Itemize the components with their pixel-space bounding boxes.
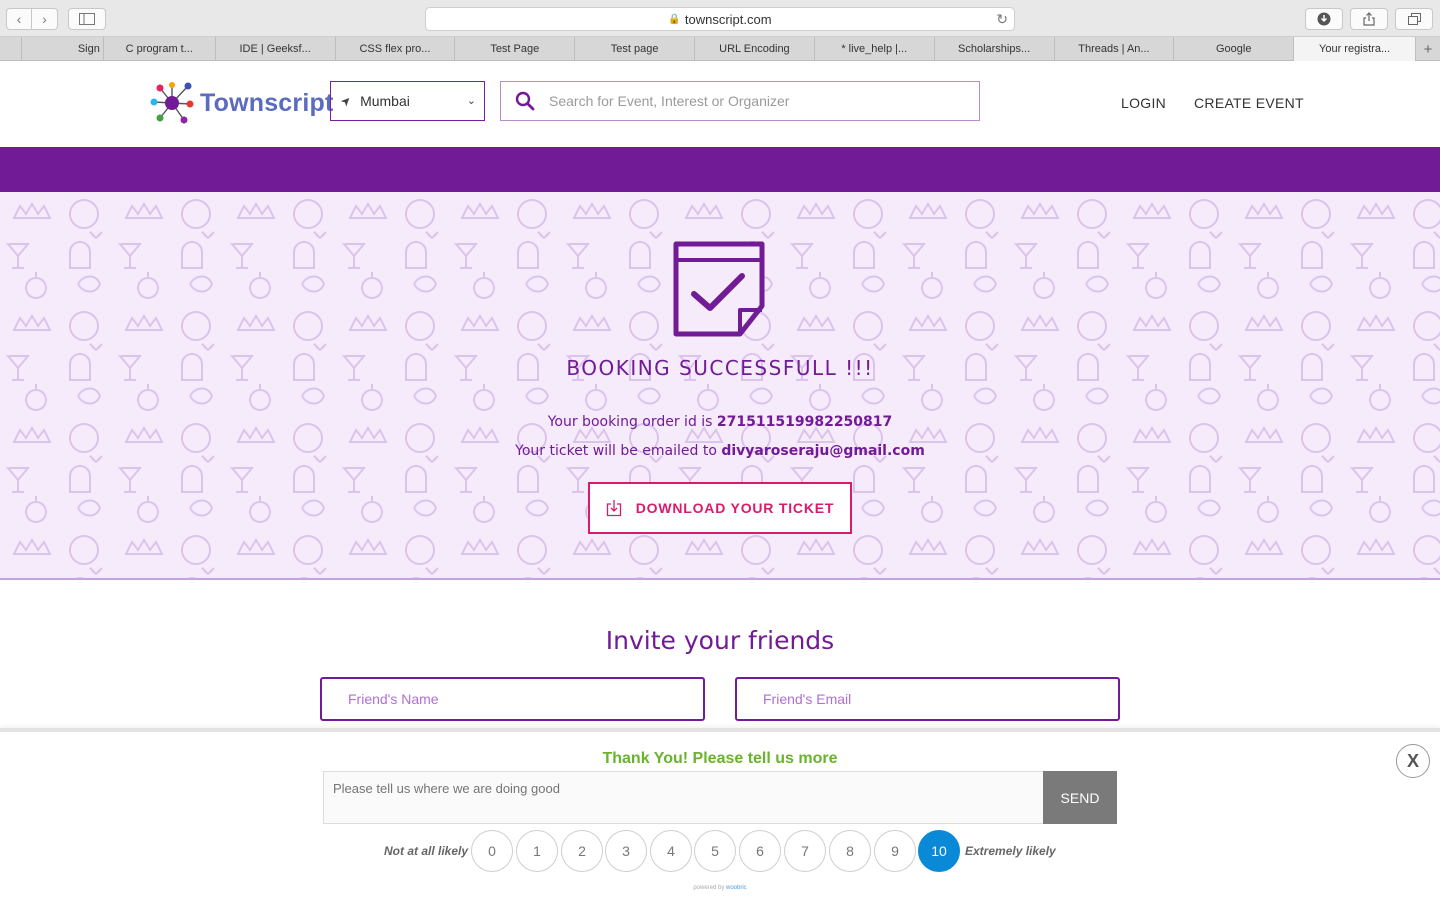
score-6-button[interactable]: 6 <box>739 830 781 872</box>
download-icon <box>606 500 621 517</box>
score-4-button[interactable]: 4 <box>650 830 692 872</box>
nav-buttons: ‹ › <box>6 8 58 30</box>
order-prefix: Your booking order id is <box>547 414 717 430</box>
address-bar[interactable]: 🔒 townscript.com ↻ <box>425 7 1015 31</box>
booking-success-hero: BOOKING SUCCESSFULL !!! Your booking ord… <box>0 192 1440 580</box>
score-10-button-selected[interactable]: 10 <box>918 830 960 872</box>
login-link[interactable]: LOGIN <box>1121 95 1166 111</box>
feedback-textarea[interactable] <box>323 771 1044 824</box>
browser-tab[interactable] <box>0 37 22 61</box>
score-1-button[interactable]: 1 <box>516 830 558 872</box>
browser-toolbar: ‹ › 🔒 townscript.com ↻ <box>0 0 1440 37</box>
friend-name-input[interactable]: Friend's Name <box>320 677 705 721</box>
score-7-button[interactable]: 7 <box>784 830 826 872</box>
browser-tab[interactable]: URL Encoding <box>695 37 815 61</box>
booking-success-title: BOOKING SUCCESSFULL !!! <box>566 356 874 380</box>
calendar-check-icon <box>673 241 765 337</box>
sidebar-toggle-icon[interactable] <box>68 8 106 30</box>
browser-tab[interactable]: Test Page <box>455 37 576 61</box>
score-5-button[interactable]: 5 <box>694 830 736 872</box>
close-survey-button[interactable]: X <box>1396 744 1430 778</box>
browser-tab[interactable]: C program t... <box>104 37 216 61</box>
not-likely-label: Not at all likely <box>384 844 469 858</box>
location-arrow-icon: ➤ <box>337 92 355 110</box>
city-selector[interactable]: ➤ Mumbai ⌄ <box>330 81 485 121</box>
score-3-button[interactable]: 3 <box>605 830 647 872</box>
logo-text: Townscript <box>200 88 334 117</box>
send-button[interactable]: SEND <box>1043 771 1117 824</box>
friend-email-input[interactable]: Friend's Email <box>735 677 1120 721</box>
browser-tab[interactable]: Threads | An... <box>1055 37 1175 61</box>
share-icon[interactable] <box>1350 8 1388 30</box>
order-id: 271511519982250817 <box>716 414 893 430</box>
invite-friends-title: Invite your friends <box>605 626 835 655</box>
forward-icon[interactable]: › <box>32 8 58 30</box>
townscript-logo[interactable]: Townscript <box>150 82 333 124</box>
browser-tab[interactable]: Sign <box>22 37 104 61</box>
city-value: Mumbai <box>360 93 410 109</box>
browser-tab[interactable]: * live_help |... <box>815 37 935 61</box>
powered-by-text: powered by woobric <box>0 885 1440 891</box>
browser-tab[interactable]: Test page <box>575 37 696 61</box>
back-icon[interactable]: ‹ <box>6 8 32 30</box>
browser-tab-active[interactable]: Your registra... <box>1294 37 1416 61</box>
score-8-button[interactable]: 8 <box>829 830 871 872</box>
powered-prefix: powered by <box>693 885 726 891</box>
event-search-box[interactable] <box>500 81 980 121</box>
score-9-button[interactable]: 9 <box>874 830 916 872</box>
download-ticket-button[interactable]: DOWNLOAD YOUR TICKET <box>588 482 852 534</box>
site-header: Townscript ➤ Mumbai ⌄ LOGIN CREATE EVENT <box>0 61 1440 147</box>
new-tab-icon[interactable]: + <box>1416 37 1440 61</box>
logo-icon <box>150 82 194 124</box>
browser-tab[interactable]: Scholarships... <box>935 37 1055 61</box>
ticket-email-line: Your ticket will be emailed to divyarose… <box>0 443 1440 459</box>
search-icon <box>515 91 535 111</box>
extremely-likely-label: Extremely likely <box>965 844 1056 858</box>
create-event-link[interactable]: CREATE EVENT <box>1194 95 1304 111</box>
chevron-down-icon: ⌄ <box>466 95 476 107</box>
browser-tab[interactable]: IDE | Geeksf... <box>216 37 336 61</box>
score-0-button[interactable]: 0 <box>471 830 513 872</box>
powered-brand[interactable]: woobric <box>726 885 747 891</box>
ticket-email: divyaroseraju@gmail.com <box>721 443 925 459</box>
nps-survey-panel: Thank You! Please tell us more X SEND No… <box>0 728 1440 900</box>
score-2-button[interactable]: 2 <box>561 830 603 872</box>
downloads-icon[interactable] <box>1305 8 1343 30</box>
tabs-overview-icon[interactable] <box>1395 8 1433 30</box>
booking-order-line: Your booking order id is 271511519982250… <box>0 414 1440 430</box>
browser-tab[interactable]: Google <box>1174 37 1295 61</box>
lock-icon: 🔒 <box>668 13 681 25</box>
reload-icon[interactable]: ↻ <box>996 11 1008 28</box>
url-text: townscript.com <box>684 11 772 27</box>
survey-title: Thank You! Please tell us more <box>602 750 838 767</box>
browser-tab[interactable]: CSS flex pro... <box>336 37 456 61</box>
purple-banner <box>0 147 1440 192</box>
email-prefix: Your ticket will be emailed to <box>515 443 722 459</box>
download-ticket-label: DOWNLOAD YOUR TICKET <box>635 500 835 516</box>
search-input[interactable] <box>549 93 949 109</box>
browser-tab-bar: Sign C program t... IDE | Geeksf... CSS … <box>0 37 1440 61</box>
